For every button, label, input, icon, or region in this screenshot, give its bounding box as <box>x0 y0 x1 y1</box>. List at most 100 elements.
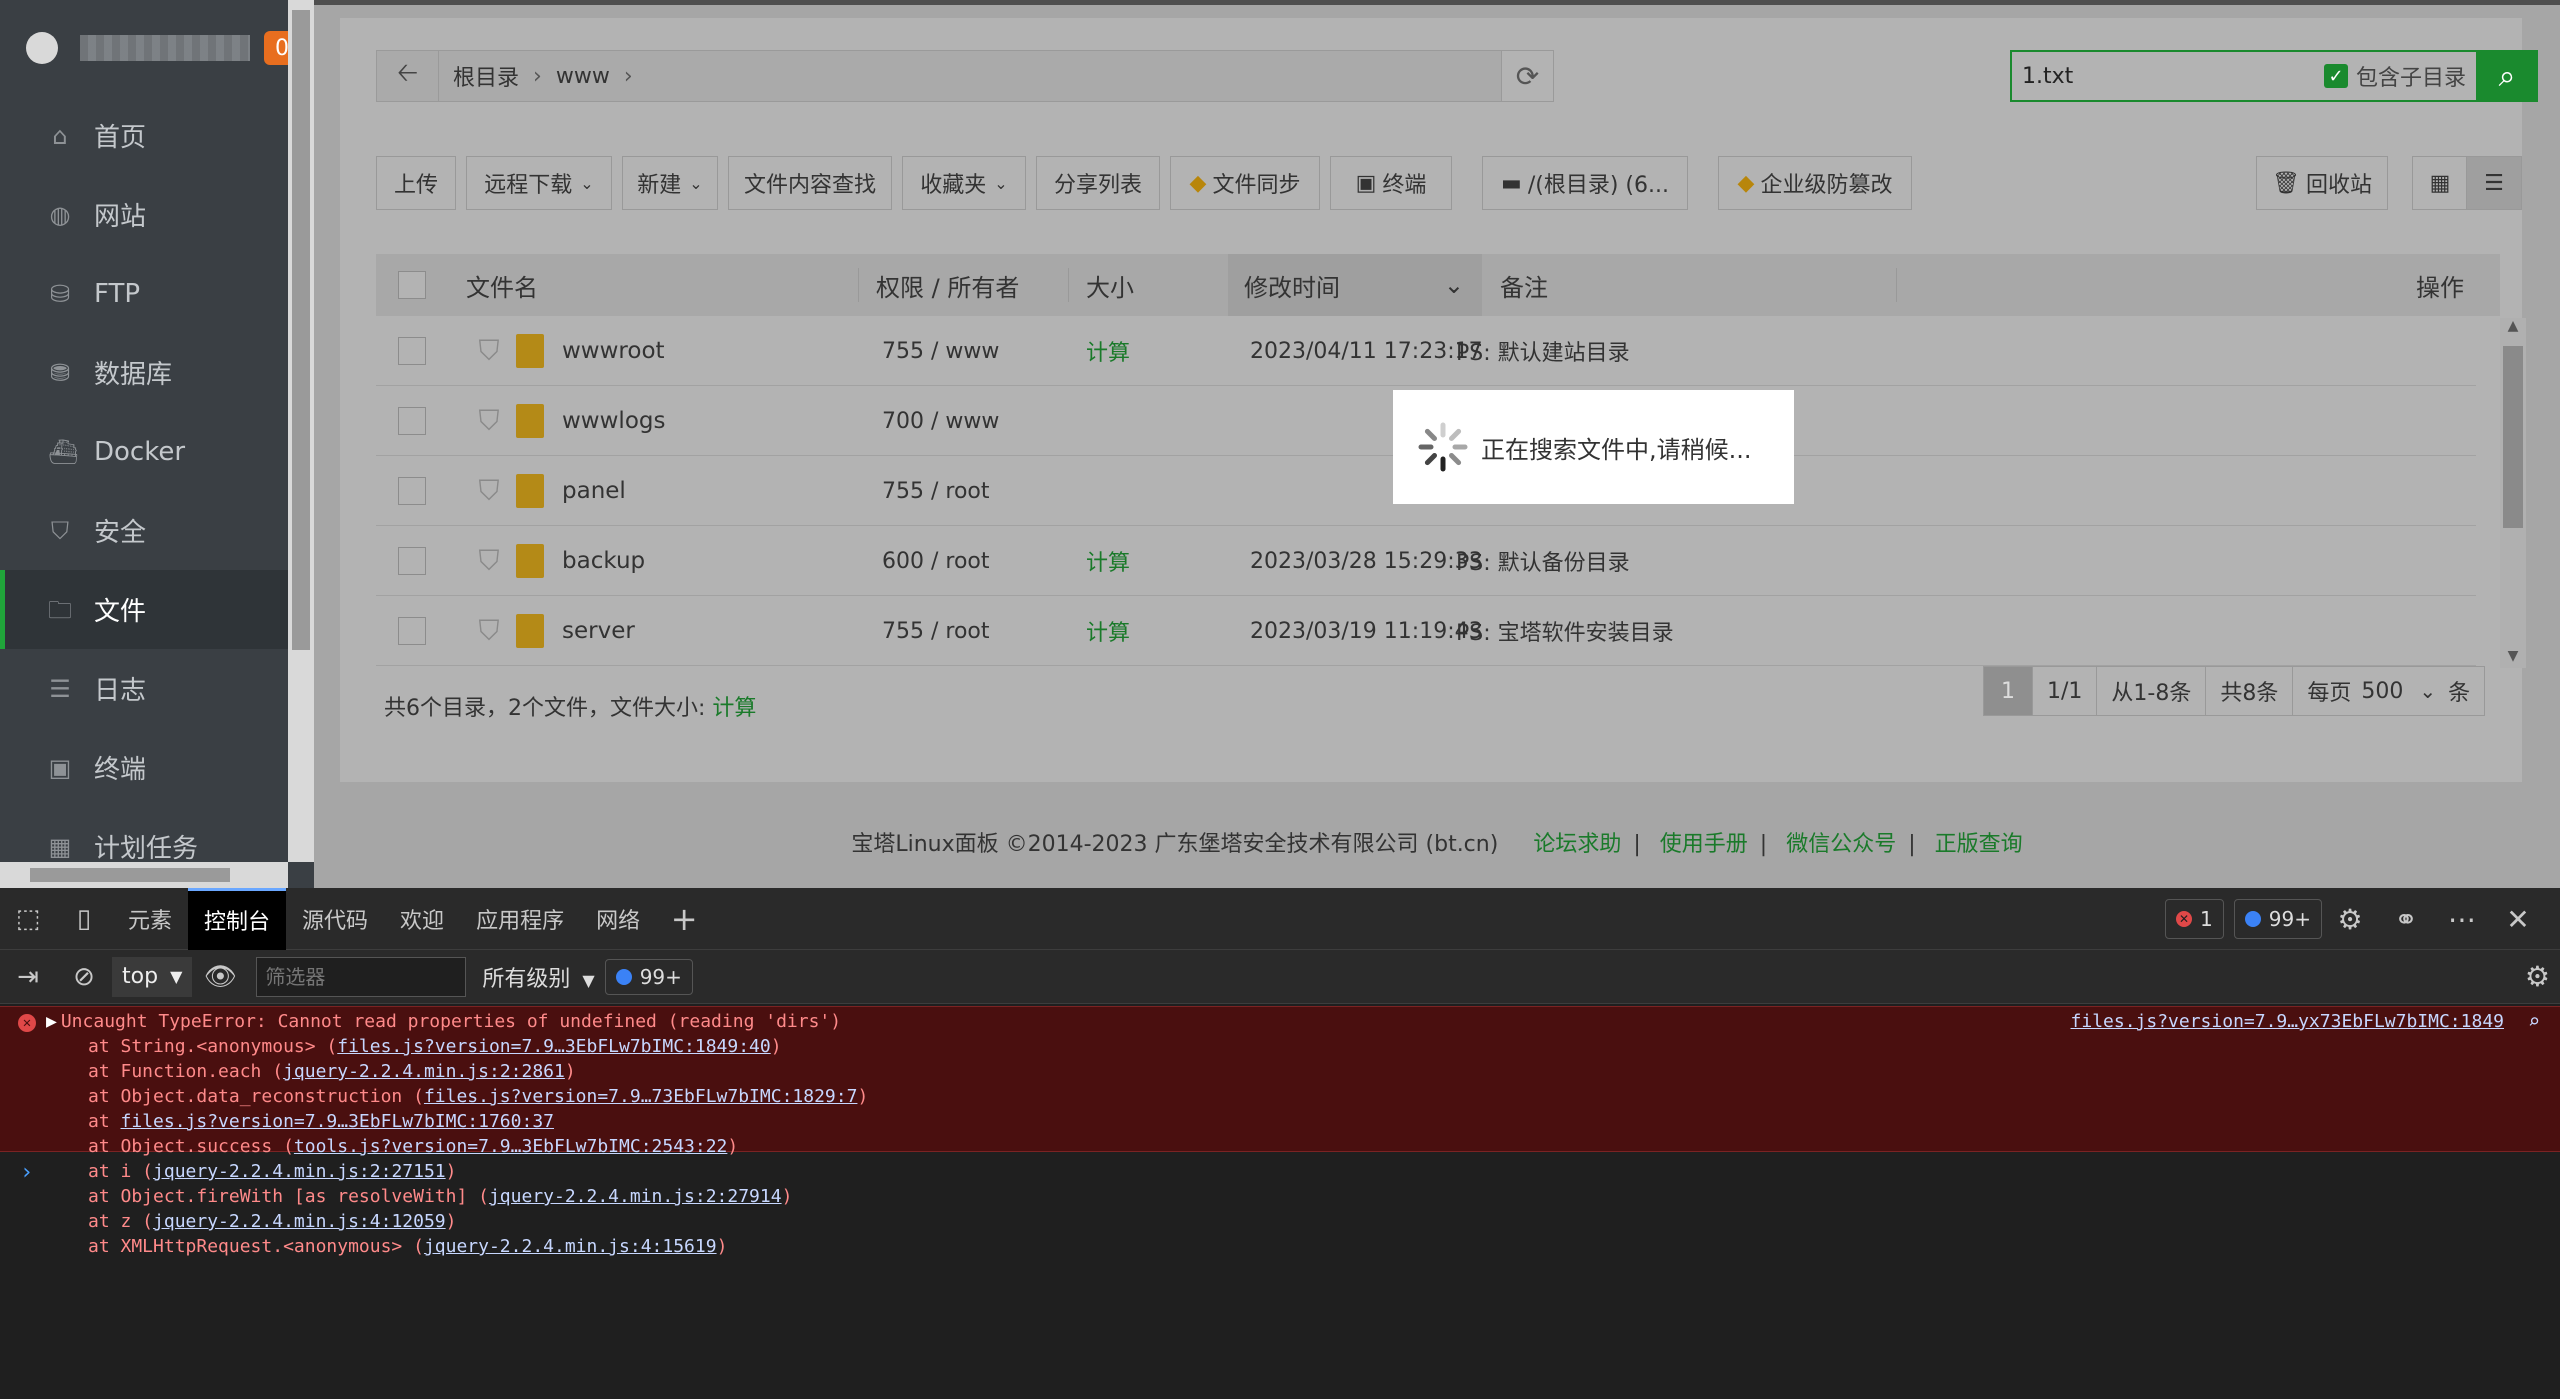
error-count-badge[interactable]: ✕ 1 <box>2165 899 2224 939</box>
shield-icon[interactable]: ⛉ <box>472 456 506 526</box>
scroll-down-icon[interactable]: ▼ <box>2500 648 2526 668</box>
sidebar-item-3[interactable]: ⛃ 数据库 <box>0 333 314 412</box>
upload-button[interactable]: 上传 <box>376 156 456 210</box>
new-button[interactable]: 新建 ⌄ <box>622 156 718 210</box>
file-permission[interactable]: 755 / root <box>882 596 990 666</box>
header-name[interactable]: 文件名 <box>466 254 538 316</box>
inspect-element-icon[interactable]: ⬚ <box>0 904 56 934</box>
expand-triangle-icon[interactable]: ▶ <box>46 1011 57 1032</box>
file-name[interactable]: server <box>562 596 635 666</box>
recycle-bin-button[interactable]: 🗑 回收站 <box>2256 156 2388 210</box>
page-current[interactable]: 1 <box>1983 666 2033 716</box>
scroll-up-icon[interactable]: ▲ <box>2500 318 2526 338</box>
file-name[interactable]: wwwlogs <box>562 386 665 456</box>
row-checkbox[interactable] <box>398 547 426 575</box>
shield-icon[interactable]: ⛉ <box>472 596 506 666</box>
console-settings-gear-icon[interactable]: ⚙ <box>2525 960 2550 993</box>
footer-link-wechat[interactable]: 微信公众号 <box>1786 832 1896 857</box>
file-permission[interactable]: 600 / root <box>882 526 990 596</box>
log-levels-select[interactable]: 所有级别 ▼ <box>482 961 594 993</box>
footer-link-manual[interactable]: 使用手册 <box>1660 832 1748 857</box>
live-expression-eye-icon[interactable]: 👁 <box>192 962 248 992</box>
share-list-button[interactable]: 分享列表 <box>1036 156 1160 210</box>
stack-frame-link[interactable]: jquery-2.2.4.min.js:2:2861 <box>283 1061 565 1082</box>
sidebar-item-1[interactable]: ◍ 网站 <box>0 175 314 254</box>
file-name[interactable]: panel <box>562 456 626 526</box>
file-note[interactable]: PS: 宝塔软件安装目录 <box>1456 596 1674 666</box>
back-arrow-icon[interactable]: 🡠 <box>377 51 439 101</box>
stack-frame-link[interactable]: files.js?version=7.9…3EbFLw7bIMC:1760:37 <box>121 1111 554 1132</box>
header-size[interactable]: 大小 <box>1086 254 1134 316</box>
file-size-calc[interactable]: 计算 <box>1086 596 1130 666</box>
close-icon[interactable]: ✕ <box>2490 903 2546 936</box>
scrollbar-thumb[interactable] <box>292 10 310 650</box>
row-checkbox[interactable] <box>398 337 426 365</box>
breadcrumb-www[interactable]: www <box>556 64 610 89</box>
footer-link-forum[interactable]: 论坛求助 <box>1533 832 1621 857</box>
search-input[interactable] <box>2012 63 2312 89</box>
stack-frame-link[interactable]: jquery-2.2.4.min.js:4:12059 <box>153 1211 446 1232</box>
select-all-checkbox[interactable] <box>398 271 426 299</box>
scrollbar-thumb[interactable] <box>2503 346 2523 528</box>
favorites-button[interactable]: 收藏夹 ⌄ <box>902 156 1026 210</box>
stack-frame-link[interactable]: jquery-2.2.4.min.js:4:15619 <box>424 1236 717 1257</box>
per-page-select[interactable]: 500 ⌄ <box>2361 679 2436 704</box>
error-source-link[interactable]: files.js?version=7.9…yx73EbFLw7bIMC:1849 <box>2071 1011 2504 1032</box>
console-filter-input[interactable] <box>256 956 467 997</box>
shield-icon[interactable]: ⛉ <box>472 316 506 386</box>
search-icon[interactable]: ⌕ <box>2476 50 2538 102</box>
row-checkbox[interactable] <box>398 477 426 505</box>
header-mtime[interactable]: 修改时间 ⌄ <box>1228 254 1482 316</box>
error-headline[interactable]: ✕ ▶ Uncaught TypeError: Cannot read proper… <box>18 1011 841 1036</box>
sidebar-horizontal-scrollbar[interactable] <box>0 862 288 888</box>
file-note[interactable]: PS: 默认备份目录 <box>1456 526 1630 596</box>
add-tab-icon[interactable]: + <box>656 900 712 938</box>
scrollbar-thumb[interactable] <box>30 868 230 882</box>
file-list-scrollbar[interactable]: ▲ ▼ <box>2500 318 2526 668</box>
content-search-button[interactable]: 文件内容查找 <box>728 156 892 210</box>
table-row[interactable]: ⛉ backup 600 / root 计算 2023/03/28 15:29:33 PS… <box>376 526 2476 596</box>
disk-button[interactable]: ▬/(根目录) (6... <box>1482 156 1688 210</box>
sidebar-item-4[interactable]: ⛴ Docker <box>0 412 314 491</box>
remote-download-button[interactable]: 远程下载 ⌄ <box>466 156 612 210</box>
stack-frame-link[interactable]: jquery-2.2.4.min.js:2:27151 <box>153 1161 446 1182</box>
include-subdirs-toggle[interactable]: ✓ 包含子目录 <box>2323 60 2466 92</box>
sidebar-toggle-icon[interactable]: ⇥ <box>0 962 56 992</box>
row-checkbox[interactable] <box>398 617 426 645</box>
settings-gear-icon[interactable]: ⚙ <box>2322 903 2378 936</box>
file-size-calc[interactable]: 计算 <box>1086 316 1130 386</box>
stack-frame-link[interactable]: files.js?version=7.9…3EbFLw7bIMC:1849:40 <box>337 1036 770 1057</box>
file-permission[interactable]: 755 / root <box>882 456 990 526</box>
file-size-calc[interactable]: 计算 <box>1086 526 1130 596</box>
file-note[interactable]: PS: 默认建站目录 <box>1456 316 1630 386</box>
shield-icon[interactable]: ⛉ <box>472 526 506 596</box>
file-permission[interactable]: 755 / www <box>882 316 999 386</box>
breadcrumb-root[interactable]: 根目录 <box>453 60 519 92</box>
stack-frame-link[interactable]: files.js?version=7.9…73EbFLw7bIMC:1829:7 <box>424 1086 857 1107</box>
stack-frame-link[interactable]: jquery-2.2.4.min.js:2:27914 <box>489 1186 782 1207</box>
file-name[interactable]: wwwroot <box>562 316 665 386</box>
table-row[interactable]: ⛉ wwwroot 755 / www 计算 2023/04/11 17:23:17 PS… <box>376 316 2476 386</box>
sidebar-item-5[interactable]: ⛉ 安全 <box>0 491 314 570</box>
footer-link-license[interactable]: 正版查询 <box>1935 832 2023 857</box>
console-prompt-icon[interactable]: › <box>20 1160 33 1185</box>
devtools-tab-1[interactable]: 控制台 <box>188 887 287 950</box>
devtools-tab-2[interactable]: 源代码 <box>286 888 384 950</box>
clear-console-icon[interactable]: ⊘ <box>56 962 112 992</box>
file-name[interactable]: backup <box>562 526 645 596</box>
devtools-tab-0[interactable]: 元素 <box>112 888 188 950</box>
devtools-tab-5[interactable]: 网络 <box>580 888 656 950</box>
anti-tamper-button[interactable]: ◆ 企业级防篡改 <box>1718 156 1912 210</box>
devtools-tab-3[interactable]: 欢迎 <box>384 888 460 950</box>
context-select[interactable]: top ▼ <box>112 956 193 997</box>
file-permission[interactable]: 700 / www <box>882 386 999 456</box>
sidebar-item-8[interactable]: ▣ 终端 <box>0 728 314 807</box>
message-count-badge[interactable]: 99+ <box>2233 899 2322 939</box>
row-checkbox[interactable] <box>398 407 426 435</box>
sidebar-item-2[interactable]: ⛁ FTP <box>0 254 314 333</box>
filter-message-count[interactable]: 99+ <box>604 958 693 995</box>
sidebar-vertical-scrollbar[interactable] <box>288 0 314 862</box>
header-perm[interactable]: 权限 / 所有者 <box>876 254 1019 316</box>
stack-frame-link[interactable]: tools.js?version=7.9…3EbFLw7bIMC:2543:22 <box>294 1136 727 1157</box>
search-icon[interactable]: ⌕ <box>2528 1009 2540 1033</box>
